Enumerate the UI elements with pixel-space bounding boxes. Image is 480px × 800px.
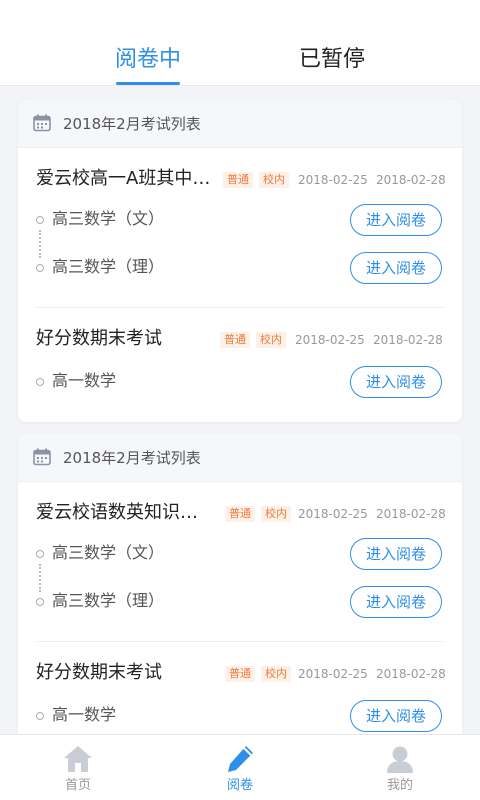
subject-row: 高一数学 进入阅卷 [36, 700, 444, 732]
start-date: 2018-02-25 [298, 507, 368, 521]
subject-row: 高一数学 进入阅卷 [36, 366, 444, 398]
nav-grading[interactable]: 阅卷 [180, 735, 300, 800]
exam-list[interactable]: 2018年2月考试列表 爱云校高一A班其中… 普通 校内 2018-02-25 … [0, 86, 480, 734]
subject-dot [36, 598, 44, 606]
subject-dot [36, 550, 44, 558]
subject-row: 高三数学（理） 进入阅卷 [36, 252, 444, 284]
nav-label: 首页 [64, 778, 91, 793]
exam-item: 好分数期末考试 普通 校内 2018-02-25 2018-02-28 高一数学… [36, 642, 446, 734]
tag-scope: 校内 [261, 506, 291, 522]
subject-name: 高三数学（文） [52, 543, 165, 562]
tag-scope: 校内 [256, 332, 286, 348]
enter-grading-button[interactable]: 进入阅卷 [350, 700, 442, 732]
subject-name: 高三数学（理） [52, 591, 165, 610]
exam-title[interactable]: 好分数期末考试 [36, 326, 216, 352]
start-date: 2018-02-25 [298, 667, 368, 681]
bottom-nav: 首页 阅卷 我的 [0, 734, 480, 800]
enter-grading-button[interactable]: 进入阅卷 [350, 252, 442, 284]
exam-item: 好分数期末考试 普通 校内 2018-02-25 2018-02-28 高一数学… [36, 308, 444, 420]
start-date: 2018-02-25 [295, 333, 365, 347]
exam-month-card: 2018年2月考试列表 爱云校语数英知识… 普通 校内 2018-02-25 2… [18, 434, 462, 734]
tag-scope: 校内 [261, 666, 291, 682]
enter-grading-button[interactable]: 进入阅卷 [350, 366, 442, 398]
tag-scope: 校内 [259, 172, 289, 188]
card-header: 2018年2月考试列表 [18, 434, 462, 482]
subject-dot [36, 264, 44, 272]
tag-type: 普通 [225, 506, 255, 522]
nav-label: 阅卷 [226, 778, 253, 793]
enter-grading-button[interactable]: 进入阅卷 [350, 204, 442, 236]
tag-type: 普通 [225, 666, 255, 682]
calendar-icon [33, 114, 51, 132]
subject-dot [36, 378, 44, 386]
pencil-icon [228, 746, 253, 772]
card-header-title: 2018年2月考试列表 [63, 449, 201, 467]
subject-row: 高三数学（文） 进入阅卷 [36, 538, 444, 570]
end-date: 2018-02-28 [376, 667, 446, 681]
exam-item: 爱云校语数英知识… 普通 校内 2018-02-25 2018-02-28 高三… [36, 482, 446, 642]
tab-grading[interactable]: 阅卷中 [96, 42, 200, 78]
active-tab-indicator [116, 82, 180, 85]
tag-type: 普通 [223, 172, 253, 188]
exam-title[interactable]: 爱云校语数英知识… [36, 500, 222, 526]
subject-name: 高三数学（文） [52, 209, 165, 228]
exam-item: 爱云校高一A班其中… 普通 校内 2018-02-25 2018-02-28 高… [36, 148, 446, 308]
end-date: 2018-02-28 [373, 333, 443, 347]
card-header: 2018年2月考试列表 [18, 100, 462, 148]
subject-name: 高一数学 [52, 705, 117, 724]
enter-grading-button[interactable]: 进入阅卷 [350, 538, 442, 570]
exam-month-card: 2018年2月考试列表 爱云校高一A班其中… 普通 校内 2018-02-25 … [18, 100, 462, 422]
user-icon [387, 746, 413, 773]
subject-row: 高三数学（文） 进入阅卷 [36, 204, 444, 236]
end-date: 2018-02-28 [376, 507, 446, 521]
nav-home[interactable]: 首页 [18, 735, 138, 800]
home-icon [64, 746, 92, 772]
tag-type: 普通 [220, 332, 250, 348]
card-header-title: 2018年2月考试列表 [63, 115, 201, 133]
subject-name: 高三数学（理） [52, 257, 165, 276]
exam-title[interactable]: 爱云校高一A班其中… [36, 166, 220, 192]
enter-grading-button[interactable]: 进入阅卷 [350, 586, 442, 618]
exam-title[interactable]: 好分数期末考试 [36, 660, 216, 686]
nav-profile[interactable]: 我的 [340, 735, 460, 800]
calendar-icon [33, 448, 51, 466]
start-date: 2018-02-25 [298, 173, 368, 187]
subject-dot [36, 216, 44, 224]
tab-paused[interactable]: 已暂停 [282, 42, 382, 78]
subject-row: 高三数学（理） 进入阅卷 [36, 586, 444, 618]
subject-dot [36, 712, 44, 720]
nav-label: 我的 [386, 778, 413, 793]
subject-name: 高一数学 [52, 371, 117, 390]
end-date: 2018-02-28 [376, 173, 446, 187]
top-tab-bar: 阅卷中 已暂停 [0, 0, 480, 86]
